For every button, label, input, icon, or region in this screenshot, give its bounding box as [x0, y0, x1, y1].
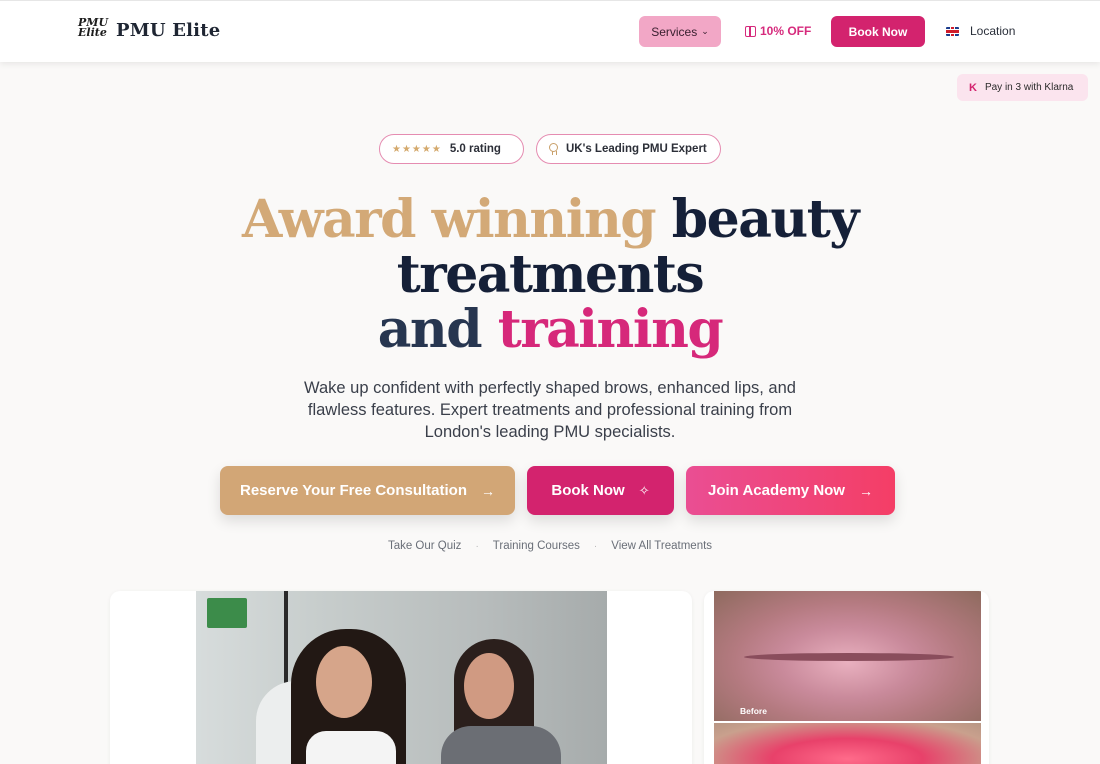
- reserve-consultation-button[interactable]: Reserve Your Free Consultation →: [220, 466, 515, 515]
- uk-flag-icon: [946, 26, 959, 36]
- link-separator: ·: [593, 540, 598, 552]
- before-label: Before: [740, 706, 767, 716]
- expert-badge: UK's Leading PMU Expert: [536, 134, 721, 164]
- clinic-photo-card: [110, 591, 692, 764]
- services-label: Services: [651, 24, 698, 39]
- location-link[interactable]: Location: [946, 24, 1015, 38]
- arrow-right-icon: →: [858, 482, 873, 499]
- book-label: Book Now: [551, 482, 625, 499]
- lips-line: [744, 653, 954, 661]
- before-after-card: Before: [704, 591, 989, 764]
- clinic-photo: [196, 591, 607, 764]
- sparkle-icon: ✧: [638, 482, 650, 498]
- rating-badge: ★★★★★ 5.0 rating: [379, 134, 524, 164]
- headline-and: and: [377, 299, 483, 360]
- expert-label: UK's Leading PMU Expert: [566, 143, 707, 155]
- offer-label: 10% OFF: [760, 24, 812, 38]
- join-academy-button[interactable]: Join Academy Now →: [686, 466, 895, 515]
- lips-after-photo: [714, 723, 981, 764]
- brand-name[interactable]: PMU Elite: [116, 20, 220, 41]
- star-rating-icon: ★★★★★: [392, 143, 442, 155]
- arrow-right-icon: →: [481, 482, 495, 499]
- photo-person-2-top: [441, 726, 561, 764]
- consult-label: Reserve Your Free Consultation: [239, 482, 467, 499]
- logo-icon[interactable]: PMU Elite: [78, 17, 108, 44]
- chevron-down-icon: ⌄: [701, 26, 709, 36]
- headline-highlight-pink: training: [497, 299, 724, 360]
- photo-wall-box: [207, 598, 247, 628]
- location-label: Location: [970, 24, 1016, 38]
- academy-label: Join Academy Now: [708, 482, 845, 499]
- link-separator: ·: [475, 540, 479, 552]
- klarna-icon: K: [969, 81, 977, 94]
- rating-label: 5.0 rating: [449, 143, 501, 155]
- link-training-courses[interactable]: Training Courses: [493, 540, 580, 552]
- photo-person-1-coat: [306, 731, 396, 764]
- klarna-text: Pay in 3 with Klarna: [984, 82, 1074, 93]
- klarna-badge[interactable]: K Pay in 3 with Klarna: [957, 74, 1088, 101]
- award-icon: [549, 143, 558, 155]
- offer-link[interactable]: 10% OFF: [745, 24, 811, 38]
- gift-icon: [745, 25, 756, 37]
- headline-highlight-gold: Award winning: [242, 189, 657, 250]
- link-quiz[interactable]: Take Our Quiz: [388, 540, 462, 552]
- header-book-now-button[interactable]: Book Now: [831, 16, 925, 47]
- photo-person-1-face: [316, 646, 372, 718]
- hero-subtext: Wake up confident with perfectly shaped …: [304, 379, 796, 441]
- photo-person-2-face: [464, 653, 514, 719]
- lips-before-photo: [714, 591, 981, 721]
- site-header: PMU Elite PMU Elite Services ⌄ 10% OFF Bo…: [0, 0, 1100, 62]
- secondary-links: Take Our Quiz · Training Courses · View …: [0, 540, 1100, 552]
- link-view-treatments[interactable]: View All Treatments: [611, 540, 712, 552]
- hero-book-now-button[interactable]: Book Now ✧: [527, 466, 674, 515]
- services-dropdown-button[interactable]: Services ⌄: [639, 16, 721, 47]
- hero-headline: Award winning beauty treatments and trai…: [150, 192, 950, 357]
